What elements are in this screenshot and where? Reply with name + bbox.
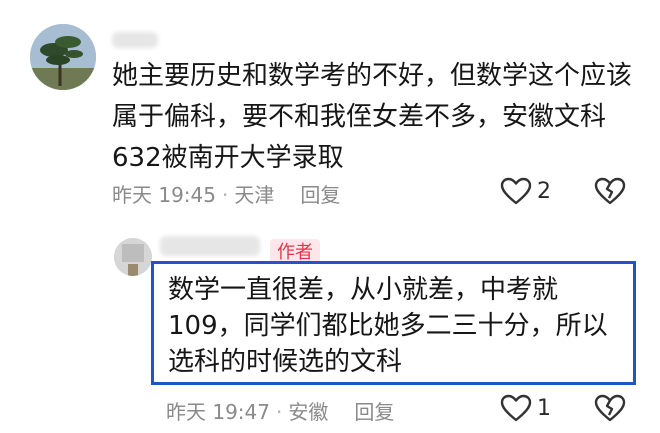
reply-like-button[interactable]: 1 [499, 393, 551, 423]
reply-highlight-box: 数学一直很差，从小就差，中考就109，同学们都比她多二三十分，所以选科的时候选的… [151, 261, 636, 385]
reply-time: 昨天 19:47 [166, 400, 270, 424]
broken-heart-icon [594, 177, 626, 205]
author-avatar[interactable] [114, 238, 152, 276]
reply-dislike-button[interactable] [593, 393, 627, 427]
comment-time: 昨天 19:45 [112, 183, 216, 207]
reply-text: 数学一直很差，从小就差，中考就109，同学们都比她多二三十分，所以选科的时候选的… [168, 275, 608, 377]
commenter-avatar[interactable] [30, 24, 96, 90]
broken-heart-icon [594, 394, 626, 422]
comment-reply-button[interactable]: 回复 [300, 183, 340, 207]
reply-like-count: 1 [537, 395, 551, 421]
comment-dislike-button[interactable] [593, 176, 627, 210]
author-name-blurred[interactable] [160, 236, 260, 256]
comment-text: 她主要历史和数学考的不好，但数学这个应该属于偏科，要不和我侄女差不多，安徽文科6… [112, 61, 633, 173]
reply-reply-button[interactable]: 回复 [354, 400, 394, 424]
heart-icon [500, 394, 532, 422]
reply-location: 安徽 [288, 400, 329, 424]
commenter-name-blurred[interactable] [112, 32, 158, 48]
meta-separator: · [276, 400, 283, 424]
comment-like-button[interactable]: 2 [499, 176, 551, 206]
reply-meta: 昨天 19:47 · 安徽 回复 [166, 396, 394, 425]
meta-separator: · [222, 183, 229, 207]
heart-icon [500, 177, 532, 205]
comment-location: 天津 [234, 183, 275, 207]
comment-like-count: 2 [537, 178, 551, 204]
comment-meta: 昨天 19:45 · 天津 回复 [112, 179, 340, 208]
